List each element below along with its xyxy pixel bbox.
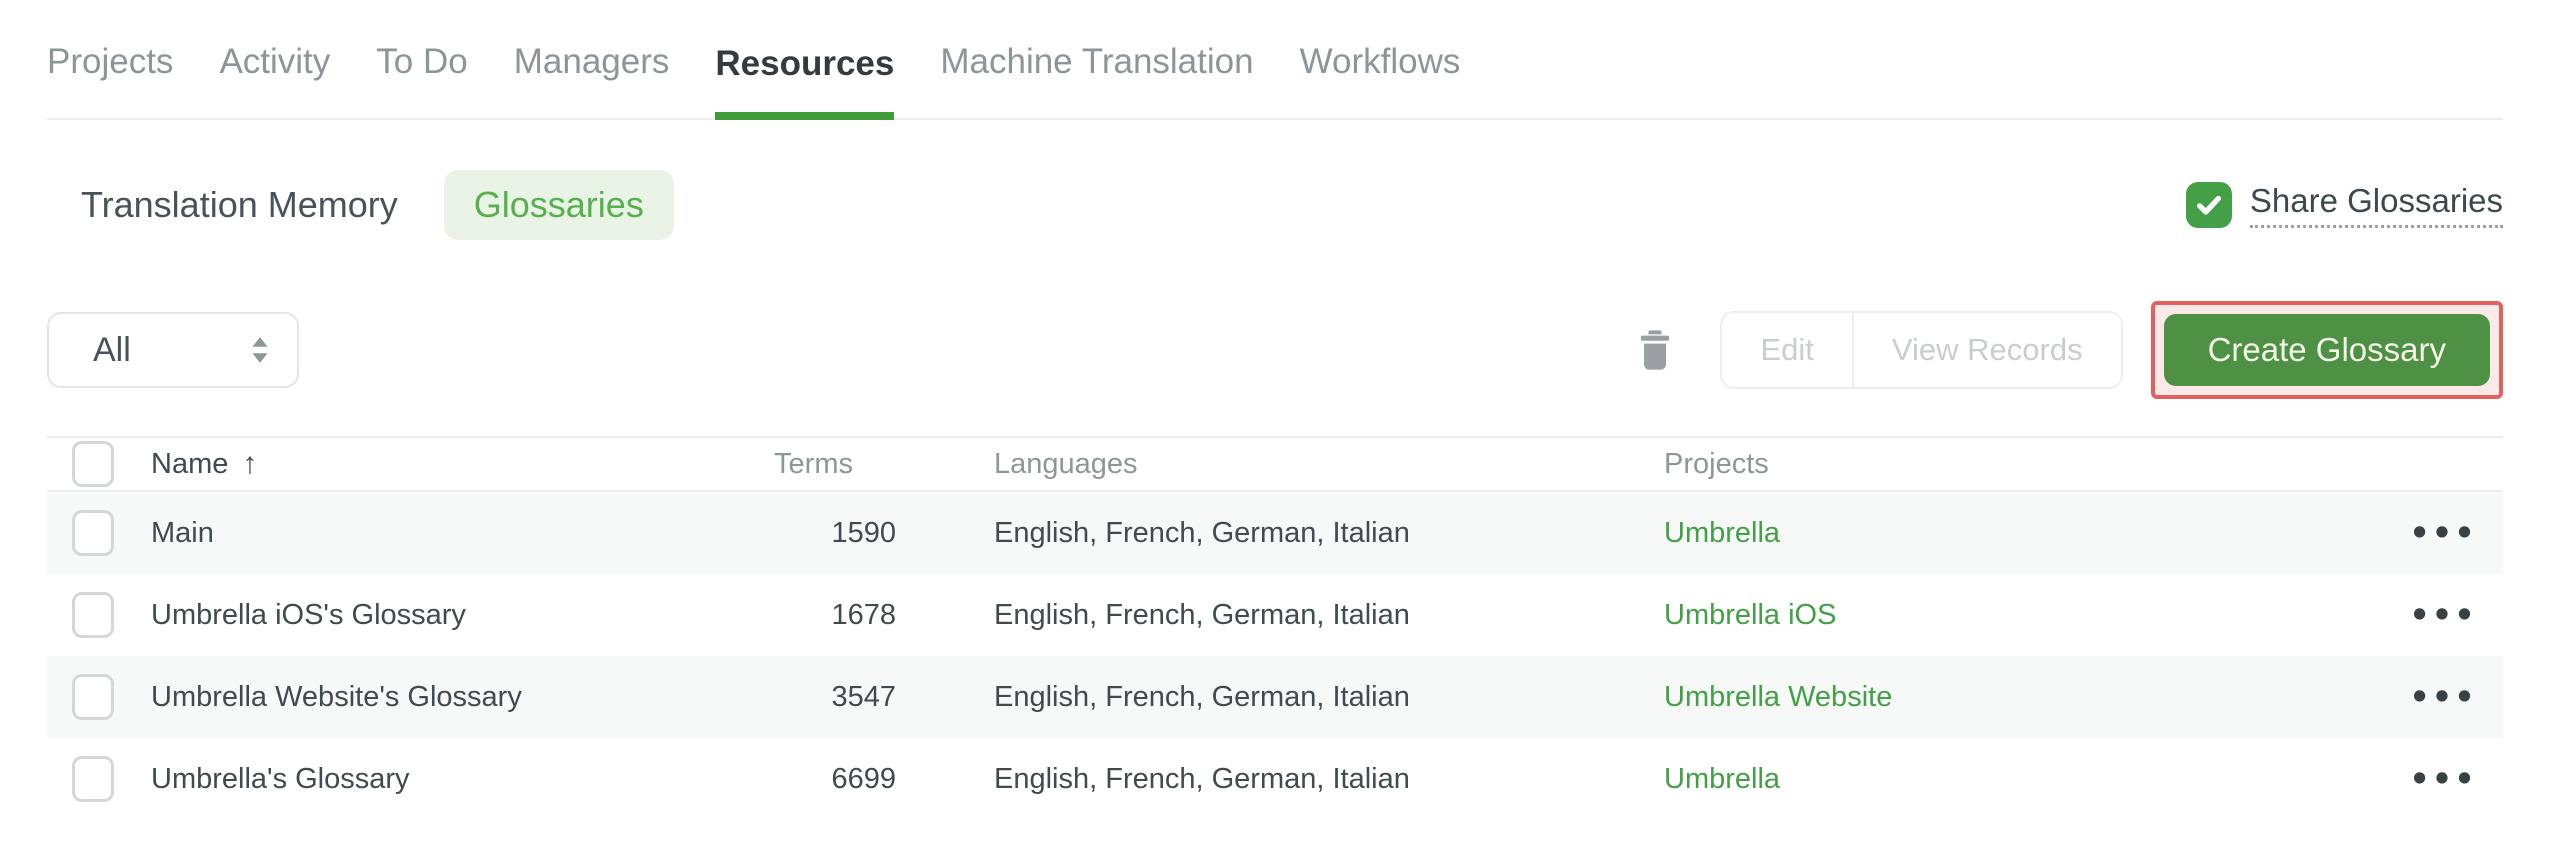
resource-type-tabs: Translation Memory Glossaries (47, 170, 674, 240)
sort-caret-icon (252, 337, 268, 363)
row-menu-ellipsis-icon[interactable]: ••• (2409, 517, 2476, 549)
nav-tab[interactable]: Activity (219, 42, 330, 118)
project-filter-select[interactable]: All (47, 312, 299, 388)
row-checkbox[interactable] (72, 592, 114, 638)
project-link[interactable]: Umbrella iOS (1664, 599, 1836, 632)
create-glossary-highlight: Create Glossary (2150, 301, 2503, 399)
glossary-name: Umbrella Website's Glossary (151, 680, 522, 713)
glossary-terms-count: 3547 (831, 680, 896, 713)
glossaries-table: Name ↑ Terms Languages Projects Main 159… (47, 436, 2503, 820)
glossary-name: Main (151, 516, 214, 549)
glossary-terms-count: 1678 (831, 598, 896, 631)
row-checkbox[interactable] (72, 674, 114, 720)
table-row: Main 1590 English, French, German, Itali… (47, 492, 2503, 574)
project-filter-value: All (93, 330, 131, 369)
glossary-name: Umbrella's Glossary (151, 762, 410, 795)
trash-icon (1641, 330, 1670, 370)
checkmark-icon (2196, 195, 2221, 215)
column-header-languages[interactable]: Languages (896, 448, 1664, 481)
table-row: Umbrella iOS's Glossary 1678 English, Fr… (47, 574, 2503, 656)
tab-glossaries[interactable]: Glossaries (443, 170, 674, 240)
glossary-languages: English, French, German, Italian (994, 516, 1410, 549)
toolbar-actions: Edit View Records Create Glossary (1638, 301, 2503, 399)
row-checkbox[interactable] (72, 756, 114, 802)
share-glossaries-label: Share Glossaries (2249, 182, 2503, 228)
glossary-languages: English, French, German, Italian (994, 598, 1410, 631)
row-menu-ellipsis-icon[interactable]: ••• (2409, 681, 2476, 713)
nav-tab[interactable]: To Do (376, 42, 467, 118)
resources-subnav: Translation Memory Glossaries Share Glos… (47, 170, 2503, 240)
column-header-projects[interactable]: Projects (1664, 448, 2383, 481)
glossary-terms-count: 1590 (831, 516, 896, 549)
create-glossary-button[interactable]: Create Glossary (2163, 314, 2490, 386)
glossary-name: Umbrella iOS's Glossary (151, 598, 466, 631)
column-header-terms[interactable]: Terms (711, 448, 896, 481)
nav-tab[interactable]: Managers (514, 42, 670, 118)
project-link[interactable]: Umbrella (1664, 763, 1780, 796)
column-header-name-label: Name (151, 447, 229, 480)
row-menu-ellipsis-icon[interactable]: ••• (2409, 599, 2476, 631)
select-all-checkbox[interactable] (72, 441, 114, 487)
glossary-languages: English, French, German, Italian (994, 762, 1410, 795)
column-header-name[interactable]: Name ↑ (151, 447, 711, 481)
project-link[interactable]: Umbrella (1664, 517, 1780, 550)
table-row: Umbrella's Glossary 6699 English, French… (47, 738, 2503, 820)
nav-tab[interactable]: Resources (715, 44, 895, 120)
row-menu-ellipsis-icon[interactable]: ••• (2409, 763, 2476, 795)
tab-translation-memory[interactable]: Translation Memory (47, 184, 432, 226)
selection-actions-group: Edit View Records (1720, 311, 2123, 389)
main-nav: Projects Activity To Do Managers Resourc… (47, 0, 2503, 120)
share-glossaries-toggle[interactable]: Share Glossaries (2185, 182, 2503, 228)
share-glossaries-checkbox[interactable] (2185, 182, 2232, 228)
edit-button[interactable]: Edit (1722, 313, 1852, 387)
glossary-terms-count: 6699 (831, 762, 896, 795)
view-records-button[interactable]: View Records (1851, 313, 2121, 387)
glossaries-toolbar: All Edit View Records Create Glossary (47, 301, 2503, 399)
table-header: Name ↑ Terms Languages Projects (47, 436, 2503, 492)
row-checkbox[interactable] (72, 510, 114, 556)
glossary-languages: English, French, German, Italian (994, 680, 1410, 713)
table-body: Main 1590 English, French, German, Itali… (47, 492, 2503, 820)
table-row: Umbrella Website's Glossary 3547 English… (47, 656, 2503, 738)
nav-tab[interactable]: Workflows (1300, 42, 1461, 118)
sort-ascending-arrow-icon: ↑ (242, 447, 258, 480)
nav-tab[interactable]: Projects (47, 42, 173, 118)
nav-tab[interactable]: Machine Translation (940, 42, 1253, 118)
delete-glossary-button[interactable] (1638, 330, 1672, 370)
project-link[interactable]: Umbrella Website (1664, 681, 1892, 714)
